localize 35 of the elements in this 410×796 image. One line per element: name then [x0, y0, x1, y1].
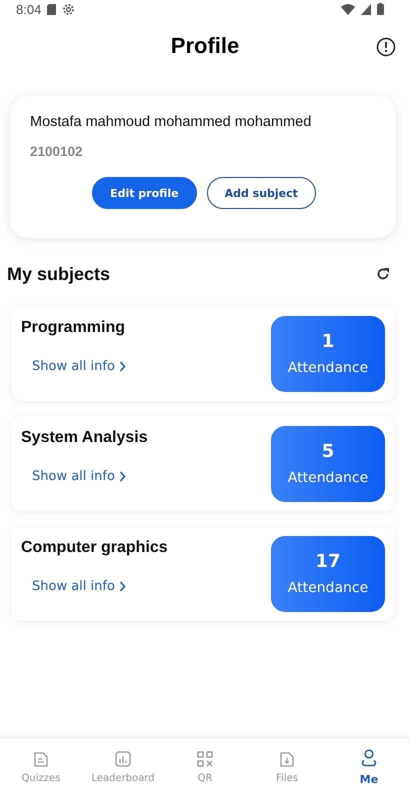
info-icon[interactable] [376, 37, 396, 57]
chart-icon [115, 750, 131, 766]
show-all-info-link[interactable]: Show all info [32, 469, 148, 484]
add-subject-button[interactable]: Add subject [206, 177, 316, 209]
signal-icon [361, 4, 371, 14]
subject-name: Computer graphics [21, 539, 168, 557]
chevron-icon [118, 361, 126, 372]
document-icon [34, 750, 48, 766]
refresh-icon[interactable] [376, 267, 390, 281]
nav-tab[interactable]: Me [328, 738, 410, 796]
show-all-info-link[interactable]: Show all info [32, 359, 126, 374]
attendance-count: 1 [322, 331, 334, 352]
battery-icon [377, 3, 384, 15]
show-all-info-link[interactable]: Show all info [32, 579, 168, 594]
student-id: 2100102 [30, 144, 84, 159]
attendance-label: Attendance [288, 360, 368, 376]
attendance-label: Attendance [288, 470, 368, 486]
status-time: 8:04 [16, 2, 42, 16]
download-file-icon [280, 750, 294, 766]
subject-name: Programming [21, 319, 126, 337]
edit-profile-button[interactable]: Edit profile [92, 177, 197, 209]
chevron-icon [118, 471, 126, 482]
attendance-count: 5 [322, 441, 334, 462]
person-icon [360, 748, 378, 766]
attendance-label: Attendance [288, 580, 368, 596]
section-title: My subjects [7, 264, 110, 284]
qr-code-icon [197, 750, 213, 766]
subject-name: System Analysis [21, 429, 148, 447]
student-name: Mostafa mahmoud mohammed mohammed [30, 114, 312, 130]
sd-card-icon [47, 4, 56, 14]
attendance-count: 17 [315, 551, 341, 572]
wifi-icon [341, 4, 355, 14]
page-title: Profile [170, 33, 240, 59]
chevron-icon [118, 581, 126, 592]
gear-icon [62, 2, 76, 16]
